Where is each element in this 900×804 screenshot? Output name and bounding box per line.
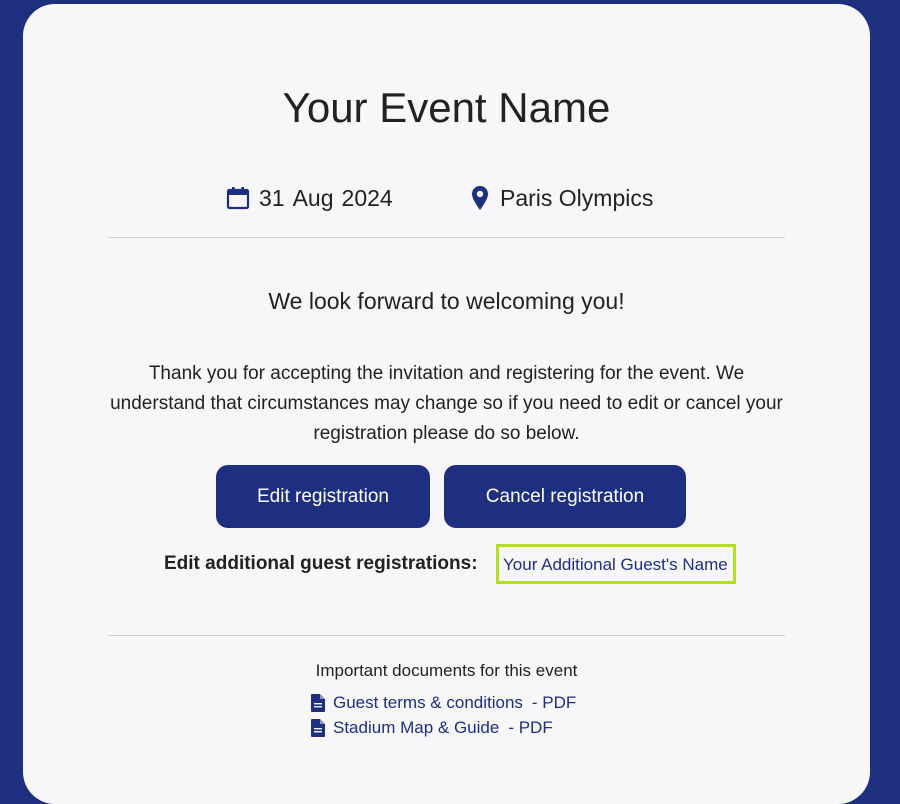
event-location: Paris Olympics bbox=[471, 180, 653, 216]
document-icon bbox=[311, 694, 325, 712]
document-icon bbox=[311, 719, 325, 737]
document-item: Guest terms & conditions - PDF bbox=[311, 693, 576, 713]
document-pdf-link-stadium-map[interactable]: - PDF bbox=[508, 718, 552, 738]
document-pdf-link-terms[interactable]: - PDF bbox=[532, 693, 576, 713]
confirmation-card: Your Event Name 31 Aug 2024 Paris Olympi… bbox=[23, 4, 870, 804]
additional-guest-link[interactable]: Your Additional Guest's Name bbox=[503, 555, 728, 575]
edit-registration-button[interactable]: Edit registration bbox=[216, 465, 430, 528]
location-text: Paris Olympics bbox=[500, 184, 654, 211]
event-meta: 31 Aug 2024 Paris Olympics bbox=[23, 180, 870, 216]
welcome-heading: We look forward to welcoming you! bbox=[268, 288, 625, 314]
cancel-registration-button[interactable]: Cancel registration bbox=[444, 465, 686, 528]
document-item: Stadium Map & Guide - PDF bbox=[311, 718, 553, 738]
event-date: 31 Aug 2024 bbox=[226, 180, 393, 216]
date-year: 2024 bbox=[341, 184, 393, 211]
confirmation-message: Thank you for accepting the invitation a… bbox=[110, 363, 783, 444]
additional-guests-label: Edit additional guest registrations: bbox=[164, 553, 478, 574]
date-month: Aug bbox=[292, 184, 334, 211]
documents-heading: Important documents for this event bbox=[315, 661, 578, 680]
document-link-stadium-map[interactable]: Stadium Map & Guide bbox=[333, 718, 499, 738]
divider-top bbox=[108, 237, 785, 238]
document-link-terms[interactable]: Guest terms & conditions bbox=[333, 693, 523, 713]
guest-link-highlight: Your Additional Guest's Name bbox=[496, 544, 736, 584]
date-day: 31 bbox=[259, 184, 285, 211]
location-pin-icon bbox=[472, 186, 488, 210]
calendar-icon bbox=[226, 187, 250, 210]
event-title: Your Event Name bbox=[282, 84, 611, 131]
divider-bottom bbox=[108, 635, 785, 636]
additional-guests-row: Edit additional guest registrations: You… bbox=[23, 544, 870, 588]
